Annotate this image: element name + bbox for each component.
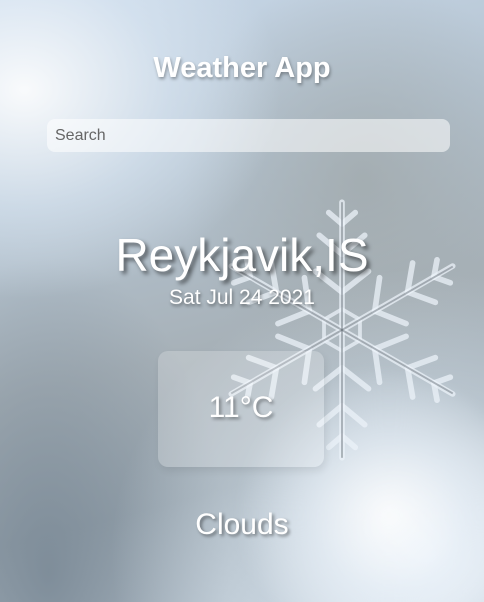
- current-date: Sat Jul 24 2021: [169, 286, 315, 309]
- location-name: Reykjavik,IS: [115, 229, 369, 281]
- temperature-card: 11°C: [158, 351, 324, 467]
- weather-app: Weather App Reykjavik,IS Sat Jul 24 2021…: [0, 0, 484, 602]
- temperature-value: 11°C: [208, 391, 274, 424]
- weather-condition: Clouds: [195, 508, 289, 541]
- search-input[interactable]: [47, 119, 450, 152]
- app-title: Weather App: [153, 52, 331, 84]
